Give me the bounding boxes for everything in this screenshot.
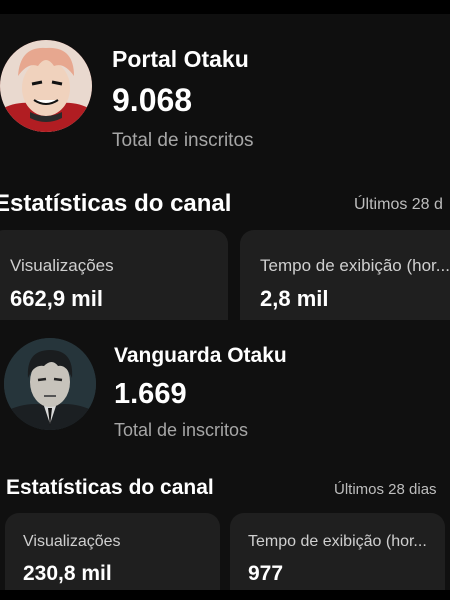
stats-range[interactable]: Últimos 28 d (354, 196, 443, 214)
subscriber-count: 1.669 (114, 378, 187, 410)
watch-time-label: Tempo de exibição (hor... (260, 256, 450, 275)
channel-panel-portal-otaku: Portal Otaku 9.068 Total de inscritos Es… (0, 14, 450, 320)
watch-time-value: 2,8 mil (260, 286, 329, 311)
views-card[interactable]: Visualizações 230,8 mil (5, 513, 220, 590)
views-label: Visualizações (10, 256, 114, 275)
subscriber-count: 9.068 (112, 82, 193, 118)
channel-panel-vanguarda-otaku: Vanguarda Otaku 1.669 Total de inscritos… (0, 320, 450, 590)
stats-section-title: Estatísticas do canal (0, 190, 232, 217)
subscriber-label: Total de inscritos (112, 130, 254, 151)
subscriber-label: Total de inscritos (114, 420, 249, 440)
views-label: Visualizações (23, 533, 121, 550)
watch-time-card[interactable]: Tempo de exibição (hor... 2,8 mil (240, 230, 450, 320)
channel-name: Portal Otaku (112, 46, 249, 72)
stats-section-title: Estatísticas do canal (6, 476, 214, 499)
anime-character-avatar-icon (0, 40, 92, 132)
channel-avatar[interactable] (0, 40, 92, 132)
views-value: 662,9 mil (10, 286, 103, 311)
channel-name: Vanguarda Otaku (114, 344, 287, 367)
views-value: 230,8 mil (23, 562, 112, 585)
views-card[interactable]: Visualizações 662,9 mil (0, 230, 228, 320)
watch-time-card[interactable]: Tempo de exibição (hor... 977 (230, 513, 445, 590)
channel-avatar[interactable] (4, 338, 96, 430)
watch-time-label: Tempo de exibição (hor... (248, 533, 427, 550)
stats-range[interactable]: Últimos 28 dias (334, 481, 437, 498)
anime-character-avatar-icon (4, 338, 96, 430)
watch-time-value: 977 (248, 562, 284, 585)
